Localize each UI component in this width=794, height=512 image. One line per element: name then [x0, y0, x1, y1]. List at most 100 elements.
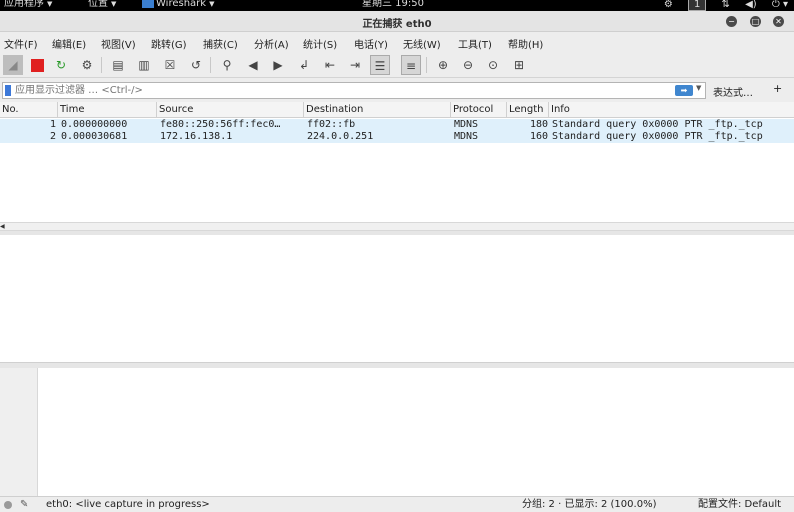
column-header-protocol[interactable]: Protocol: [451, 102, 507, 118]
go-to-packet-icon[interactable]: ↲: [294, 55, 314, 75]
first-packet-icon[interactable]: ⇤: [320, 55, 340, 75]
system-top-bar: 应用程序 ▼ 位置 ▼ Wireshark ▼ 星期三 19:50 ⚙ 1 ⇅ ◀) …: [0, 0, 794, 11]
table-row[interactable]: 2 0.000030681 172.16.138.1 224.0.0.251 M…: [0, 131, 794, 143]
colorize-icon[interactable]: ≡: [401, 55, 421, 75]
cell-source: 172.16.138.1: [160, 131, 233, 142]
menu-go[interactable]: 跳转(G): [151, 36, 187, 51]
find-packet-icon[interactable]: ⚲: [217, 55, 237, 75]
minimize-button[interactable]: −: [726, 16, 737, 27]
zoom-in-icon[interactable]: ⊕: [433, 55, 453, 75]
clock[interactable]: 星期三 19:50: [362, 0, 424, 9]
cell-length: 180: [529, 119, 548, 130]
active-app-menu[interactable]: Wireshark ▼: [142, 0, 214, 10]
go-back-icon[interactable]: ◀: [243, 55, 263, 75]
chevron-down-icon: ▼: [47, 0, 53, 8]
go-forward-icon[interactable]: ▶: [268, 55, 288, 75]
filter-history-dropdown-icon[interactable]: ▼: [696, 84, 701, 92]
status-bar: ✎ eth0: <live capture in progress> 分组: 2…: [0, 496, 794, 512]
capture-options-icon[interactable]: ⚙: [77, 55, 97, 75]
packet-list-header: No. Time Source Destination Protocol Len…: [0, 102, 794, 118]
packet-list[interactable]: No. Time Source Destination Protocol Len…: [0, 102, 794, 222]
packet-details-pane[interactable]: [0, 235, 794, 363]
close-file-icon[interactable]: ☒: [160, 55, 180, 75]
capture-status-text: eth0: <live capture in progress>: [46, 499, 210, 510]
menu-wireless[interactable]: 无线(W): [403, 36, 441, 51]
column-header-time[interactable]: Time: [58, 102, 157, 118]
places-menu[interactable]: 位置 ▼: [88, 0, 116, 10]
cell-no: 1: [49, 119, 56, 130]
apply-filter-arrow-icon[interactable]: ➡: [675, 85, 693, 96]
expression-button[interactable]: 表达式…: [713, 84, 753, 99]
display-filter-bar: ➡ ▼ 表达式… +: [0, 80, 794, 101]
menu-bar: 文件(F) 编辑(E) 视图(V) 跳转(G) 捕获(C) 分析(A) 统计(S…: [0, 33, 794, 52]
menu-capture[interactable]: 捕获(C): [203, 36, 238, 51]
cell-no: 2: [49, 131, 56, 142]
cell-source: fe80::250:56ff:fec0…: [160, 119, 281, 130]
profile-selector[interactable]: 配置文件: Default: [698, 497, 781, 512]
packet-count-text: 分组: 2 · 已显示: 2 (100.0%): [522, 499, 657, 510]
packet-list-horizontal-scrollbar[interactable]: ◀: [0, 222, 794, 231]
capture-comment-icon[interactable]: ✎: [20, 497, 28, 512]
chevron-down-icon: ▼: [111, 0, 117, 8]
table-row[interactable]: 1 0.000000000 fe80::250:56ff:fec0… ff02:…: [0, 119, 794, 131]
menu-file[interactable]: 文件(F): [4, 36, 38, 51]
cell-time: 0.000030681: [61, 131, 128, 142]
cell-destination: ff02::fb: [307, 119, 356, 130]
main-toolbar: ◢ ↻ ⚙ ▤ ▥ ☒ ↺ ⚲ ◀ ▶ ↲ ⇤ ⇥ ☰ ≡ ⊕ ⊖ ⊙ ⊞: [0, 52, 794, 78]
expert-info-icon[interactable]: [4, 501, 12, 509]
wireshark-app-icon: [142, 0, 154, 8]
column-header-source[interactable]: Source: [157, 102, 304, 118]
column-header-info[interactable]: Info: [549, 102, 794, 118]
cell-time: 0.000000000: [61, 119, 128, 130]
cell-length: 160: [529, 131, 548, 142]
menu-view[interactable]: 视图(V): [101, 36, 136, 51]
resize-columns-icon[interactable]: ⊞: [509, 55, 529, 75]
toolbar-separator: [101, 57, 102, 73]
zoom-out-icon[interactable]: ⊖: [458, 55, 478, 75]
window-title: 正在捕获 eth0: [362, 19, 432, 30]
menu-help[interactable]: 帮助(H): [508, 36, 543, 51]
system-tray[interactable]: ⚙ 1 ⇅ ◀) ⏻ ▾: [652, 0, 788, 11]
reload-file-icon[interactable]: ↺: [186, 55, 206, 75]
accessibility-icon[interactable]: ⚙: [664, 0, 673, 10]
places-menu-label: 位置: [88, 0, 108, 9]
toolbar-separator: [426, 57, 427, 73]
menu-statistics[interactable]: 统计(S): [303, 36, 337, 51]
restart-capture-icon[interactable]: ↻: [51, 55, 71, 75]
cell-protocol: MDNS: [454, 131, 479, 142]
workspace-indicator[interactable]: 1: [687, 0, 707, 11]
applications-menu[interactable]: 应用程序 ▼: [4, 0, 52, 10]
start-capture-icon[interactable]: ◢: [3, 55, 23, 75]
active-app-label: Wireshark: [156, 0, 207, 9]
column-header-destination[interactable]: Destination: [304, 102, 451, 118]
stop-capture-icon[interactable]: [27, 55, 47, 75]
last-packet-icon[interactable]: ⇥: [345, 55, 365, 75]
autoscroll-icon[interactable]: ☰: [370, 55, 390, 75]
menu-analyze[interactable]: 分析(A): [254, 36, 289, 51]
display-filter-input[interactable]: [15, 83, 665, 98]
zoom-reset-icon[interactable]: ⊙: [483, 55, 503, 75]
maximize-button[interactable]: □: [750, 16, 761, 27]
column-header-length[interactable]: Length: [507, 102, 549, 118]
bytes-offset-gutter: [0, 368, 38, 496]
chevron-down-icon: ▼: [209, 0, 215, 8]
cell-destination: 224.0.0.251: [307, 131, 374, 142]
packet-bytes-pane[interactable]: [0, 368, 794, 496]
volume-icon[interactable]: ◀): [745, 0, 757, 10]
power-icon[interactable]: ⏻ ▾: [772, 0, 788, 10]
save-file-icon[interactable]: ▥: [134, 55, 154, 75]
network-icon[interactable]: ⇅: [722, 0, 730, 10]
add-filter-button[interactable]: +: [773, 82, 782, 95]
applications-menu-label: 应用程序: [4, 0, 44, 9]
column-header-no[interactable]: No.: [0, 102, 58, 118]
scroll-left-icon[interactable]: ◀: [0, 223, 5, 231]
menu-telephony[interactable]: 电话(Y): [354, 36, 388, 51]
toolbar-separator: [210, 57, 211, 73]
cell-protocol: MDNS: [454, 119, 479, 130]
bookmark-icon[interactable]: [5, 85, 11, 96]
display-filter-box: ➡ ▼: [2, 82, 706, 99]
close-button[interactable]: ✕: [773, 16, 784, 27]
open-file-icon[interactable]: ▤: [108, 55, 128, 75]
menu-edit[interactable]: 编辑(E): [52, 36, 86, 51]
menu-tools[interactable]: 工具(T): [458, 36, 492, 51]
